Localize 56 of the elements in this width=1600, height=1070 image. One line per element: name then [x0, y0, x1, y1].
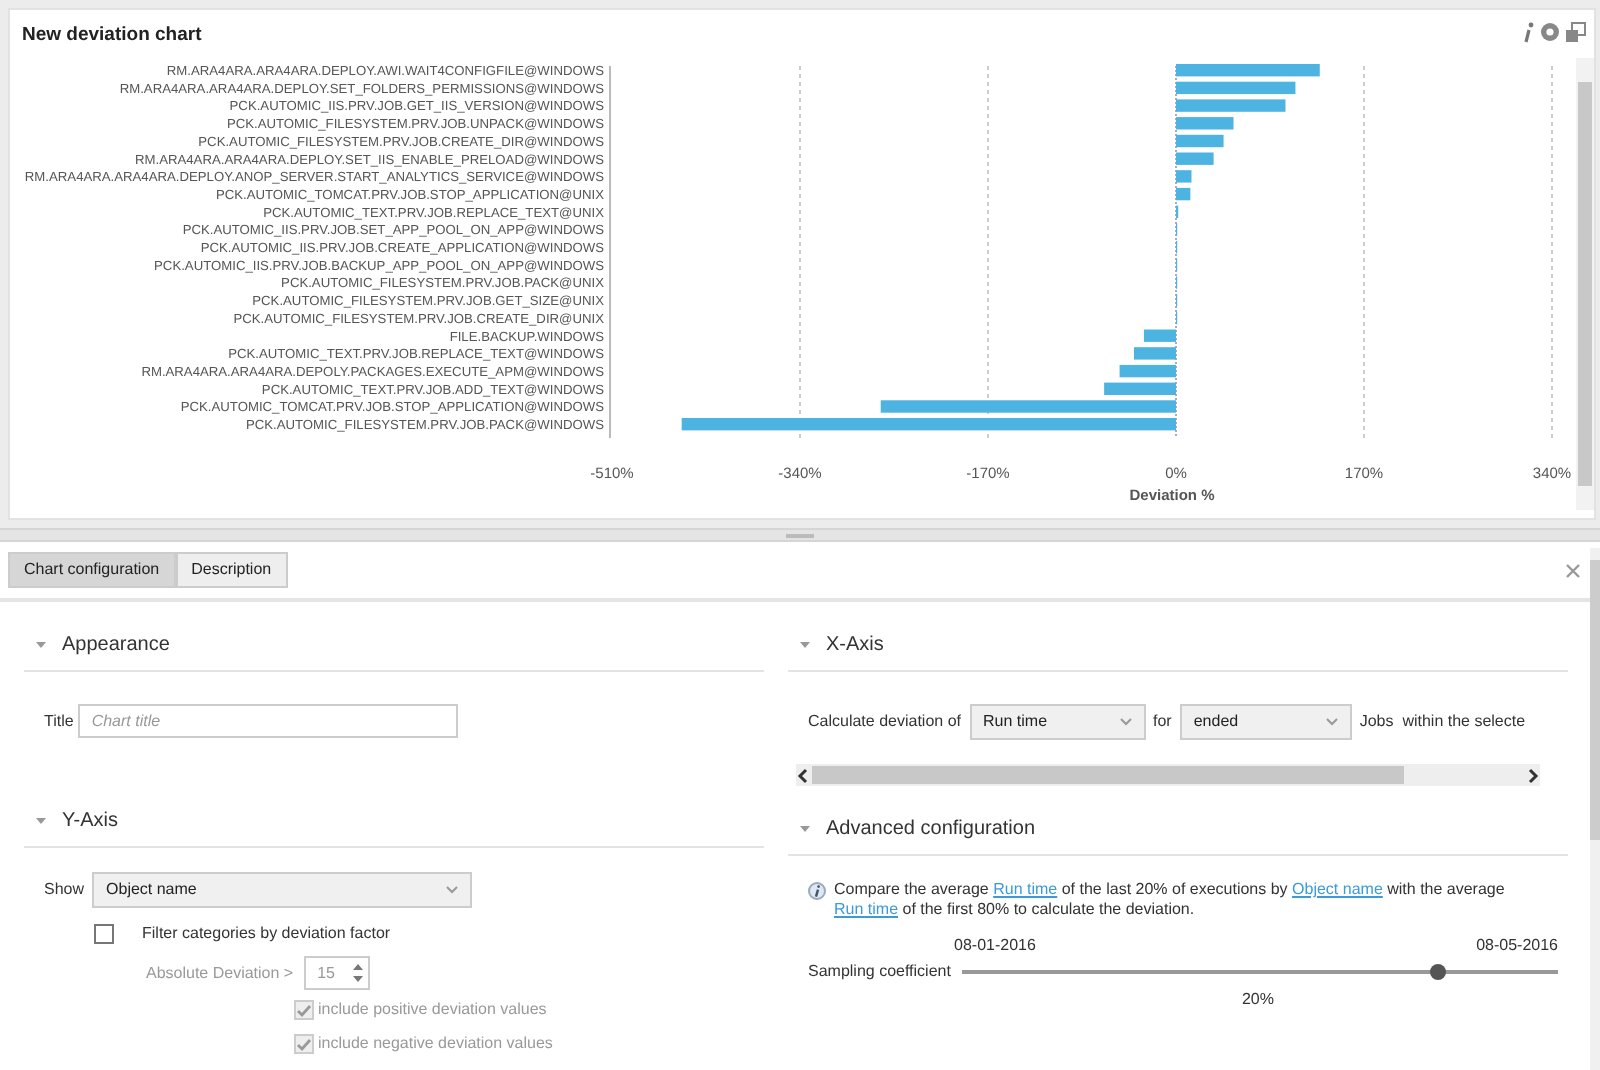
scrollbar[interactable] [1576, 58, 1594, 510]
section-heading: Y-Axis [62, 808, 118, 836]
field-label: Title [44, 709, 74, 733]
chevron-icon [446, 886, 459, 894]
bar[interactable] [1176, 64, 1320, 77]
bar[interactable] [1176, 134, 1224, 148]
settings-icon[interactable] [1540, 22, 1560, 42]
status-dropdown[interactable]: ended [1179, 704, 1352, 740]
bar[interactable] [1119, 364, 1176, 378]
scrollbar[interactable] [1590, 548, 1600, 1070]
measure-dropdown[interactable]: Run time [969, 704, 1145, 740]
field-label: Show [44, 878, 85, 902]
checkbox-label: Filter categories by deviation factor [142, 922, 391, 946]
info-icon[interactable] [1522, 22, 1534, 44]
caret-icon[interactable] [36, 818, 46, 824]
bar[interactable] [1134, 347, 1176, 360]
slider-label: Sampling coefficient [808, 959, 951, 984]
checkbox-label: include positive deviation values [318, 998, 547, 1022]
slider-value: 20% [1241, 989, 1274, 1008]
caret-icon[interactable] [800, 826, 810, 832]
horizontal-scrollbar[interactable] [796, 764, 1540, 786]
bar[interactable] [1176, 170, 1192, 183]
field-label: for [1153, 710, 1172, 734]
tab[interactable]: Description [175, 552, 288, 588]
section-heading: Appearance [62, 632, 170, 660]
title-field[interactable]: Chart title [77, 704, 458, 738]
caret-icon[interactable] [36, 642, 46, 648]
bar[interactable] [1176, 99, 1286, 112]
bar[interactable] [1176, 152, 1214, 165]
info-text: Compare the average Run time of the last 20% of executions by Object name with the average Run time of the first 80% to calculate the deviation. [834, 880, 1507, 922]
bar[interactable] [1176, 81, 1296, 95]
splitter[interactable] [0, 528, 1600, 542]
field-label: Absolute Deviation > [146, 961, 294, 985]
date-label: 08-05-2016 [1476, 933, 1558, 958]
bar[interactable] [880, 400, 1176, 413]
chevron-icon [1325, 718, 1338, 726]
show-dropdown[interactable]: Object name [92, 872, 473, 908]
bar[interactable] [1176, 187, 1191, 201]
bar[interactable] [681, 418, 1176, 431]
tab[interactable]: Chart configuration [8, 552, 176, 588]
field-label: Calculate deviation of [808, 710, 961, 734]
caret-icon[interactable] [800, 642, 810, 648]
bar[interactable] [1176, 117, 1234, 130]
chevron-icon [1119, 718, 1131, 726]
section-heading: Advanced configuration [826, 816, 1036, 844]
field-label: Jobs within the selecte [1359, 710, 1526, 734]
checkbox[interactable] [94, 924, 114, 944]
bar[interactable] [1104, 382, 1176, 395]
bar[interactable] [1143, 329, 1176, 342]
slider-thumb[interactable] [1430, 963, 1447, 980]
info-icon [808, 882, 826, 900]
chart-title: New deviation chart [22, 22, 202, 50]
restore-icon[interactable] [1566, 22, 1586, 42]
checkbox-label: include negative deviation values [318, 1032, 553, 1056]
section-heading: X-Axis [826, 632, 884, 660]
date-label: 08-01-2016 [954, 933, 1036, 958]
